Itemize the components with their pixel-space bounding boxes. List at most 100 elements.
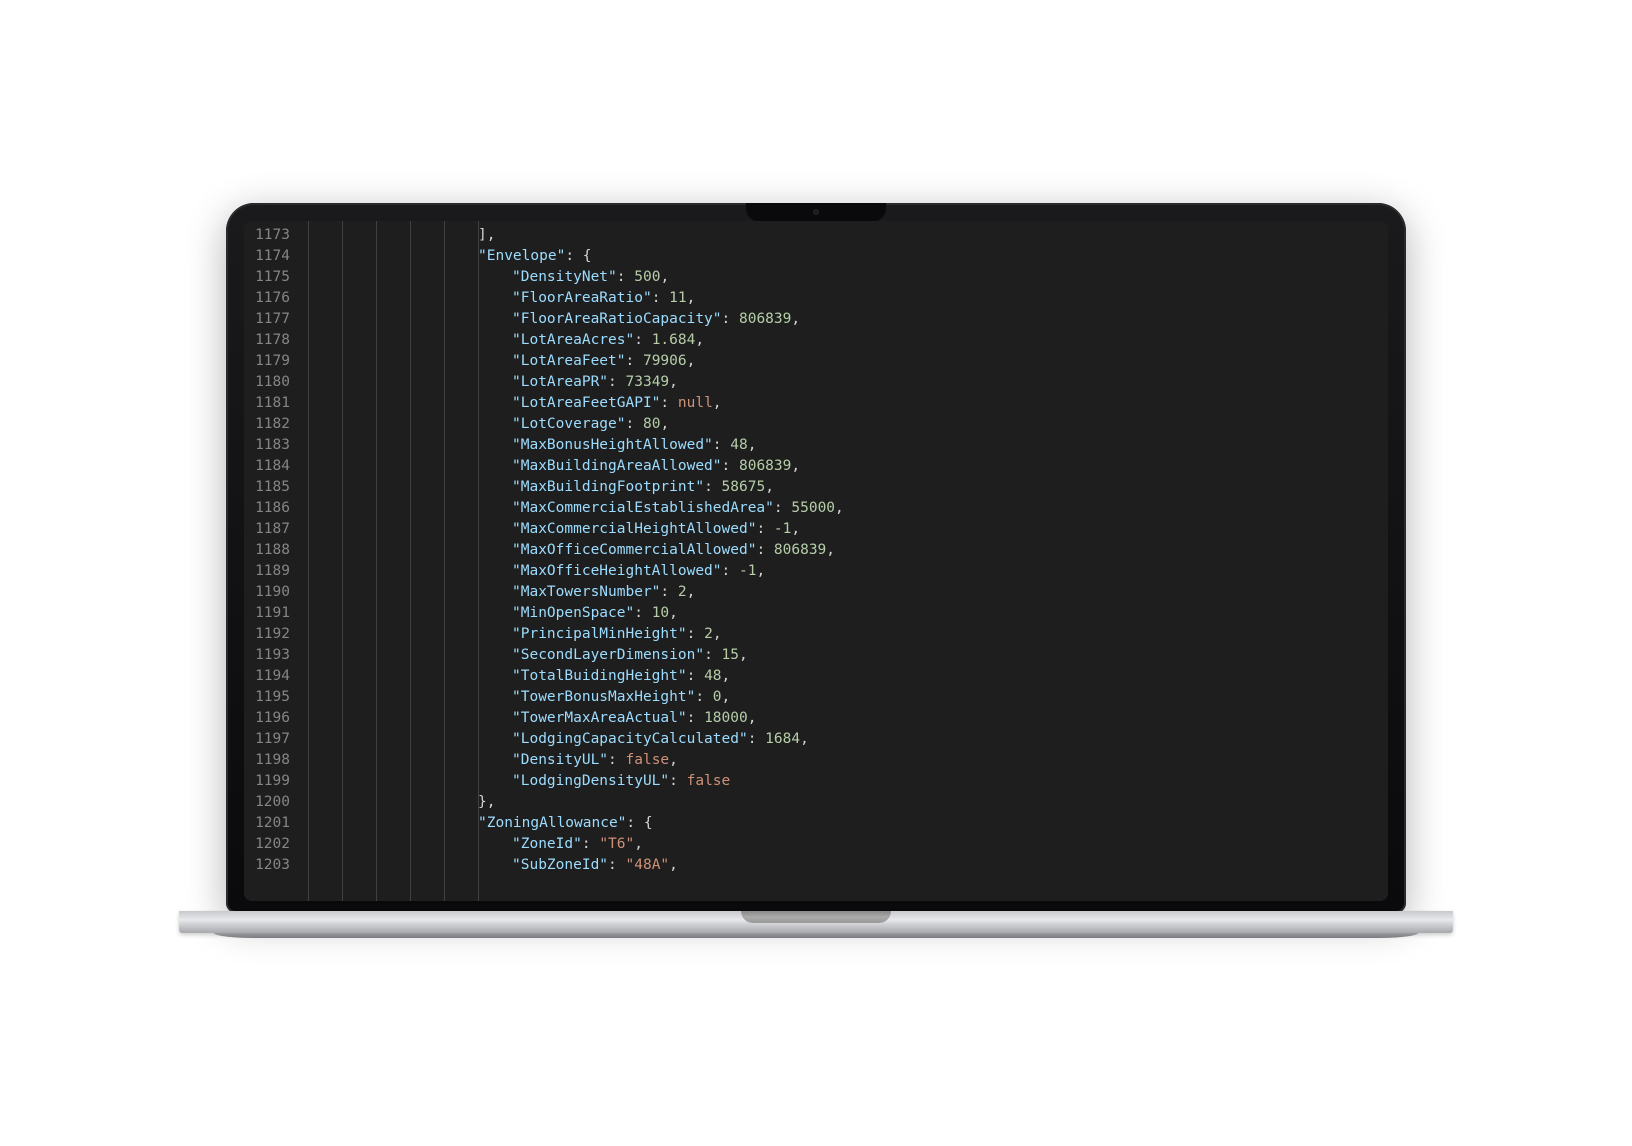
code-line[interactable]: "LotAreaFeet": 79906, [298,351,1388,372]
token-number: 80 [643,416,660,432]
token-key: "MaxOfficeCommercialAllowed" [512,542,756,558]
code-line[interactable]: "LodgingDensityUL": false [298,771,1388,792]
token-punct: : [617,269,634,285]
token-punct: : [626,353,643,369]
camera-icon [813,209,819,215]
token-punct: : [722,311,739,327]
token-punct: : [608,374,625,390]
token-number: 500 [634,269,660,285]
token-number: 806839 [739,458,791,474]
code-line[interactable]: "PrincipalMinHeight": 2, [298,624,1388,645]
token-punct: : [652,290,669,306]
code-line[interactable]: "TotalBuidingHeight": 48, [298,666,1388,687]
code-line[interactable]: "ZoneId": "T6", [298,834,1388,855]
token-punct: , [756,563,765,579]
token-number: 2 [678,584,687,600]
token-punct: , [800,731,809,747]
line-number: 1184 [248,456,290,477]
code-line[interactable]: "MaxTowersNumber": 2, [298,582,1388,603]
token-key: "TotalBuidingHeight" [512,668,687,684]
code-line[interactable]: "ZoningAllowance": { [298,813,1388,834]
code-line[interactable]: "MaxBonusHeightAllowed": 48, [298,435,1388,456]
token-punct: : [660,584,677,600]
token-punct: , [722,668,731,684]
line-number: 1180 [248,372,290,393]
token-key: "Envelope" [478,248,565,264]
code-line[interactable]: "MinOpenSpace": 10, [298,603,1388,624]
code-content-area[interactable]: ],"Envelope": {"DensityNet": 500,"FloorA… [298,221,1388,901]
token-brace: { [583,248,592,264]
code-line[interactable]: "DensityNet": 500, [298,267,1388,288]
code-line[interactable]: "LotAreaAcres": 1.684, [298,330,1388,351]
token-key: "MaxBuildingAreaAllowed" [512,458,722,474]
code-line[interactable]: "DensityUL": false, [298,750,1388,771]
line-number: 1199 [248,771,290,792]
token-number: 55000 [791,500,835,516]
token-number: 1684 [765,731,800,747]
code-line[interactable]: "Envelope": { [298,246,1388,267]
code-line[interactable]: "SubZoneId": "48A", [298,855,1388,876]
token-punct: : [626,815,643,831]
code-editor[interactable]: 1173117411751176117711781179118011811182… [244,221,1388,901]
token-key: "FloorAreaRatioCapacity" [512,311,722,327]
laptop-notch [746,203,886,221]
token-punct: : [634,332,651,348]
token-number: -1 [739,563,756,579]
token-punct: , [669,374,678,390]
line-number: 1198 [248,750,290,771]
token-punct: , [713,626,722,642]
line-number: 1177 [248,309,290,330]
token-number: 806839 [739,311,791,327]
code-line[interactable]: "MaxBuildingAreaAllowed": 806839, [298,456,1388,477]
token-punct: : [756,521,773,537]
token-punct: : [634,605,651,621]
token-punct: : [608,857,625,873]
code-line[interactable]: ], [298,225,1388,246]
token-punct: , [748,437,757,453]
code-line[interactable]: "LotCoverage": 80, [298,414,1388,435]
line-number: 1191 [248,603,290,624]
token-punct: , [660,416,669,432]
line-number: 1175 [248,267,290,288]
code-line[interactable]: }, [298,792,1388,813]
code-line[interactable]: "MaxBuildingFootprint": 58675, [298,477,1388,498]
token-punct: : [626,416,643,432]
token-number: 58675 [722,479,766,495]
token-key: "FloorAreaRatio" [512,290,652,306]
token-number: 0 [713,689,722,705]
token-key: "ZoningAllowance" [478,815,626,831]
code-line[interactable]: "MaxOfficeCommercialAllowed": 806839, [298,540,1388,561]
code-line[interactable]: "LodgingCapacityCalculated": 1684, [298,729,1388,750]
token-key: "SecondLayerDimension" [512,647,704,663]
token-punct: , [687,584,696,600]
token-punct: , [687,290,696,306]
token-key: "MaxTowersNumber" [512,584,660,600]
token-punct: , [748,710,757,726]
code-line[interactable]: "FloorAreaRatioCapacity": 806839, [298,309,1388,330]
code-line[interactable]: "LotAreaPR": 73349, [298,372,1388,393]
token-number: -1 [774,521,791,537]
code-line[interactable]: "TowerMaxAreaActual": 18000, [298,708,1388,729]
token-punct: : [687,626,704,642]
line-number: 1182 [248,414,290,435]
code-line[interactable]: "TowerBonusMaxHeight": 0, [298,687,1388,708]
token-number: 73349 [626,374,670,390]
token-punct: : [713,437,730,453]
code-line[interactable]: "MaxCommercialHeightAllowed": -1, [298,519,1388,540]
code-line[interactable]: "FloorAreaRatio": 11, [298,288,1388,309]
token-punct: , [765,479,774,495]
token-punct: : [695,689,712,705]
token-punct: , [791,458,800,474]
token-punct: : [748,731,765,747]
code-line[interactable]: "LotAreaFeetGAPI": null, [298,393,1388,414]
code-line[interactable]: "SecondLayerDimension": 15, [298,645,1388,666]
token-punct: , [687,353,696,369]
code-line[interactable]: "MaxOfficeHeightAllowed": -1, [298,561,1388,582]
token-punct: , [669,752,678,768]
code-line[interactable]: "MaxCommercialEstablishedArea": 55000, [298,498,1388,519]
token-punct: , [669,605,678,621]
line-number: 1203 [248,855,290,876]
token-punct: : [756,542,773,558]
laptop-base [226,911,1406,943]
token-key: "LodgingDensityUL" [512,773,669,789]
